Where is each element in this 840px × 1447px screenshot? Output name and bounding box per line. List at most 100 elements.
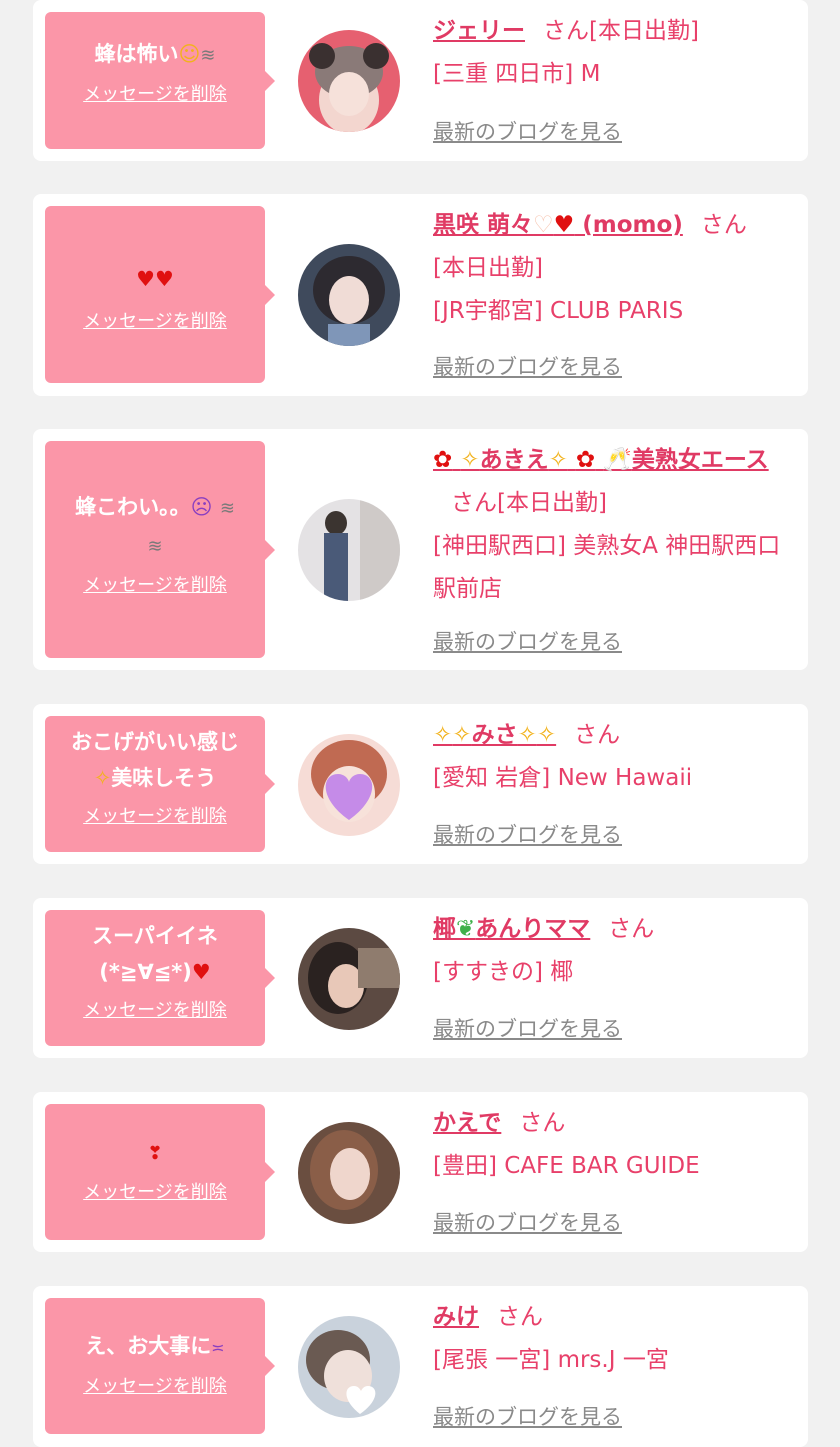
delete-message-button[interactable]: メッセージを削除 (51, 80, 259, 106)
latest-blog-link[interactable]: 最新のブログを見る (433, 116, 622, 146)
cast-info: みけ さん [尾張 一宮] mrs.J 一宮 (433, 1296, 793, 1382)
san-label: さん (608, 916, 655, 942)
delete-message-button[interactable]: メッセージを削除 (51, 802, 259, 828)
latest-blog-link[interactable]: 最新のブログを見る (433, 819, 622, 849)
list-item: え、お大事に≍ メッセージを削除 みけ さん [尾張 一宮] mrs.J 一宮 最… (33, 1286, 808, 1447)
tear-smile-icon: ☺ (178, 42, 201, 66)
shop-name: [愛知 岩倉] New Hawaii (433, 765, 693, 791)
champagne-icon: 🥂 (603, 447, 632, 473)
sparkle-icon: ✧ (93, 766, 112, 790)
avatar[interactable] (298, 499, 400, 601)
cast-info: 椰❦あんりママ さん [すすきの] 椰 (433, 908, 793, 994)
herb-icon: ❦ (456, 916, 476, 942)
dash-icon: ≋ (200, 45, 216, 66)
list-item: ♥♥ メッセージを削除 黒咲 萌々♡♥ (momo) さん [本日出勤] [JR宇… (33, 194, 808, 396)
cast-name-link[interactable]: みけ (433, 1304, 479, 1330)
san-label: さん (543, 18, 589, 44)
shop-name: [すすきの] 椰 (433, 959, 574, 985)
message-text: 蜂は怖い☺≋ (94, 42, 216, 66)
message-bubble: ♥♥ メッセージを削除 (45, 206, 275, 383)
sparkle-icon: ✧ (517, 722, 537, 748)
san-label: さん (519, 1110, 566, 1136)
heart-arrow-icon: ♥ (553, 212, 575, 238)
latest-blog-link[interactable]: 最新のブログを見る (433, 1207, 622, 1237)
shop-name: [三重 四日市] M (433, 61, 601, 87)
list-item: 蜂は怖い☺≋ メッセージを削除 ジェリー さん[本日出勤] [三重 四日市] M … (33, 0, 808, 161)
message-bubble: え、お大事に≍ メッセージを削除 (45, 1298, 275, 1434)
attendance-status: [本日出勤] (433, 255, 543, 281)
heart-hands-icon: ♡ (533, 212, 554, 238)
latest-blog-link[interactable]: 最新のブログを見る (433, 1401, 622, 1431)
message-text: ❣ (51, 1134, 259, 1172)
persevere-face-icon: ≍ (211, 1338, 225, 1357)
cast-info: ジェリー さん[本日出勤] [三重 四日市] M (433, 10, 793, 96)
latest-blog-link[interactable]: 最新のブログを見る (433, 1013, 622, 1043)
dash-icon: ≋ (147, 536, 163, 557)
scream-icon: ☹ (190, 495, 213, 519)
cast-info: ✿ ✧あきえ✧ ✿ 🥂美熟女エースさん[本日出勤] [神田駅西口] 美熟女A 神… (433, 439, 793, 611)
latest-blog-link[interactable]: 最新のブログを見る (433, 351, 622, 381)
cast-name-link[interactable]: ジェリー (433, 18, 525, 44)
cast-info: かえで さん [豊田] CAFE BAR GUIDE (433, 1102, 793, 1188)
avatar-photo-icon (298, 734, 400, 836)
list-item: ❣ メッセージを削除 かえで さん [豊田] CAFE BAR GUIDE 最新の… (33, 1092, 808, 1252)
red-flower-icon: ✿ (433, 447, 453, 473)
shop-name: [神田駅西口] 美熟女A 神田駅西口駅前店 (433, 533, 781, 602)
list-item: スーパイイネ (*≧∀≦*)♥ メッセージを削除 椰❦あんりママ さん [すすきの]… (33, 898, 808, 1058)
san-label: さん (497, 1304, 543, 1330)
shop-name: [JR宇都宮] CLUB PARIS (433, 298, 684, 324)
avatar[interactable] (298, 928, 400, 1030)
avatar-photo-icon (298, 1316, 400, 1418)
message-text: 蜂こわい。。☹ ≋ ≋ (75, 495, 235, 557)
attendance-status: [本日出勤] (497, 490, 607, 516)
attendance-status: [本日出勤] (589, 18, 699, 44)
avatar[interactable] (298, 734, 400, 836)
message-text: え、お大事に≍ (85, 1334, 225, 1358)
message-text: おこげがいい感じ ✧美味しそう (71, 730, 239, 790)
message-bubble: 蜂こわい。。☹ ≋ ≋ メッセージを削除 (45, 441, 275, 658)
sparkle-icon: ✧ (548, 447, 568, 473)
red-heart-icon: ♥ (136, 267, 155, 291)
san-label: さん (700, 212, 747, 238)
avatar[interactable] (298, 244, 400, 346)
latest-blog-link[interactable]: 最新のブログを見る (433, 626, 622, 656)
red-flower-icon: ✿ (575, 447, 596, 473)
message-bubble: スーパイイネ (*≧∀≦*)♥ メッセージを削除 (45, 910, 275, 1046)
cast-info: 黒咲 萌々♡♥ (momo) さん [本日出勤] [JR宇都宮] CLUB PAR… (433, 204, 793, 333)
san-label: さん (574, 722, 621, 748)
cast-info: ✧✧みさ✧✧ さん [愛知 岩倉] New Hawaii (433, 714, 793, 800)
cast-name-link[interactable]: かえで (433, 1110, 501, 1136)
list-item: おこげがいい感じ ✧美味しそう メッセージを削除 ✧✧みさ✧✧ さん [愛知 岩倉]… (33, 704, 808, 864)
avatar-photo-icon (298, 244, 400, 346)
red-heart-icon: ♥ (155, 267, 174, 291)
sparkle-icon: ✧ (460, 447, 480, 473)
avatar[interactable] (298, 1122, 400, 1224)
avatar-photo-icon (298, 30, 400, 132)
delete-message-button[interactable]: メッセージを削除 (51, 307, 259, 333)
sparkle-icon: ✧ (452, 722, 472, 748)
avatar-photo-icon (298, 1122, 400, 1224)
delete-message-button[interactable]: メッセージを削除 (51, 996, 259, 1022)
avatar[interactable] (298, 1316, 400, 1418)
sparkle-icon: ✧ (536, 722, 557, 748)
cast-name-link[interactable]: 椰❦あんりママ (433, 916, 590, 942)
two-hearts-icon: ❣ (147, 1143, 163, 1164)
delete-message-button[interactable]: メッセージを削除 (51, 1178, 259, 1204)
message-text: ♥♥ (51, 261, 259, 297)
avatar-photo-icon (298, 928, 400, 1030)
avatar-photo-icon (298, 499, 400, 601)
dash-icon: ≋ (219, 498, 235, 519)
avatar[interactable] (298, 30, 400, 132)
delete-message-button[interactable]: メッセージを削除 (51, 1372, 259, 1398)
message-bubble: ❣ メッセージを削除 (45, 1104, 275, 1240)
shop-name: [尾張 一宮] mrs.J 一宮 (433, 1347, 669, 1373)
shop-name: [豊田] CAFE BAR GUIDE (433, 1153, 700, 1179)
cast-name-link[interactable]: ✿ ✧あきえ✧ ✿ 🥂美熟女エース (433, 447, 769, 473)
delete-message-button[interactable]: メッセージを削除 (51, 571, 259, 597)
message-bubble: 蜂は怖い☺≋ メッセージを削除 (45, 12, 275, 149)
cast-name-link[interactable]: 黒咲 萌々♡♥ (momo) (433, 212, 683, 238)
favorites-message-list: 蜂は怖い☺≋ メッセージを削除 ジェリー さん[本日出勤] [三重 四日市] M … (0, 0, 840, 1447)
message-text: スーパイイネ (*≧∀≦*)♥ (92, 924, 218, 984)
san-label: さん (451, 490, 497, 516)
cast-name-link[interactable]: ✧✧みさ✧✧ (433, 722, 556, 748)
